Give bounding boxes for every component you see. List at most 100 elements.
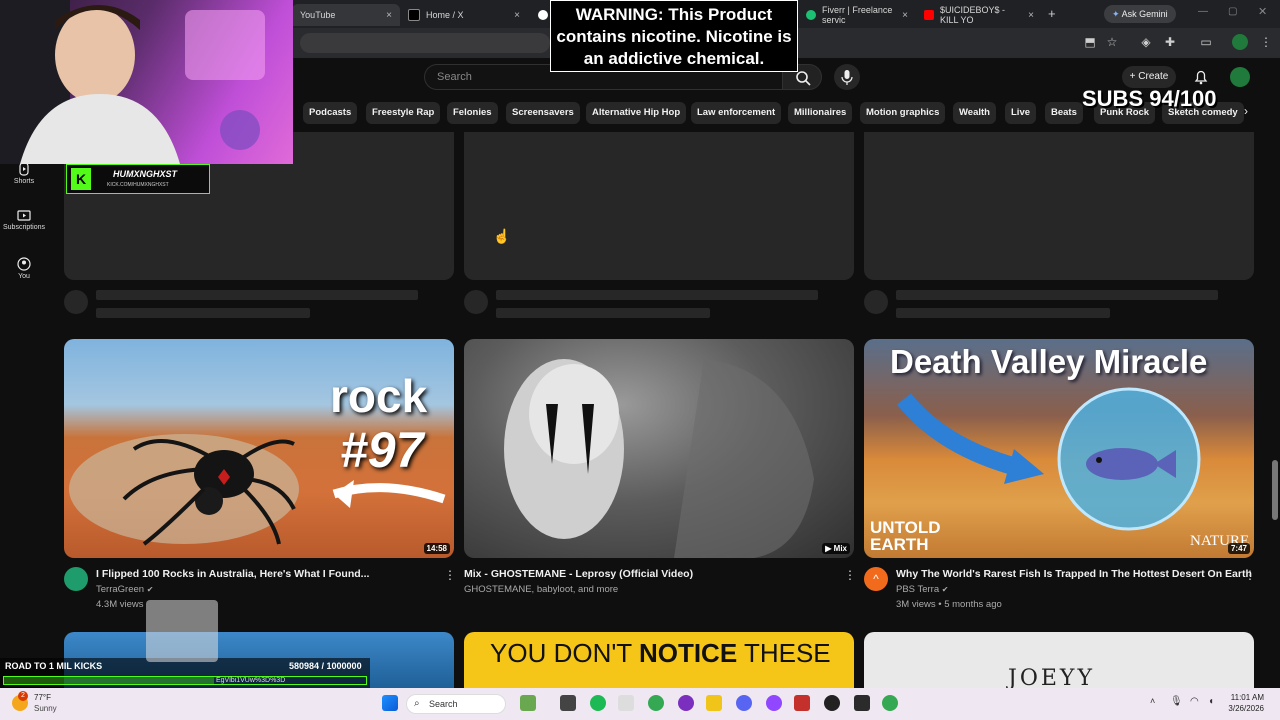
side-panel-icon[interactable]: ▭ (1198, 34, 1214, 50)
discord-icon[interactable] (736, 695, 752, 711)
loading-title-line (896, 290, 1218, 300)
video-thumbnail[interactable]: ▶ Mix (464, 339, 854, 558)
chevron-right-icon[interactable]: › (1244, 104, 1248, 118)
more-options-icon[interactable]: ⋮ (1244, 568, 1256, 582)
tab-fiverr[interactable]: Fiverr | Freelance servic × (798, 4, 916, 26)
windows-start-icon[interactable] (382, 695, 398, 711)
chrome-profile-icon[interactable] (882, 695, 898, 711)
fiverr-icon (806, 10, 816, 20)
channel-name[interactable]: TerraGreen ✔ (96, 584, 153, 595)
widget-icon[interactable] (520, 695, 536, 711)
install-app-icon[interactable]: ⬒ (1082, 34, 1098, 50)
close-window-icon[interactable]: ✕ (1258, 5, 1267, 18)
taskbar-search-label: Search (429, 699, 458, 709)
voice-search-button[interactable] (834, 64, 860, 90)
tab-youtube[interactable]: YouTube × (292, 4, 400, 26)
minimize-icon[interactable]: — (1198, 6, 1208, 17)
video-title[interactable]: Why The World's Rarest Fish Is Trapped I… (896, 568, 1252, 580)
notifications-button[interactable] (1192, 68, 1210, 86)
chip-podcasts[interactable]: Podcasts (303, 102, 358, 124)
taskbar-search[interactable]: ⌕ Search (406, 694, 506, 714)
scrollbar-thumb[interactable] (1272, 460, 1278, 520)
purple-app-icon[interactable] (678, 695, 694, 711)
terminal-icon[interactable] (854, 695, 870, 711)
thumbnail-headline: Death Valley Miracle (890, 343, 1208, 380)
thumbnail-headline: YOU DON'T NOTICE THESE (490, 638, 831, 669)
sidebar-item-subscriptions[interactable]: Subscriptions (0, 208, 48, 231)
task-view-icon[interactable] (560, 695, 576, 711)
profile-avatar-icon[interactable] (1232, 34, 1248, 50)
close-icon[interactable]: × (902, 10, 908, 21)
mix-badge: ▶ Mix (822, 543, 850, 554)
spotify-icon[interactable] (590, 695, 606, 711)
chip-live[interactable]: Live (1005, 102, 1037, 124)
bookmark-star-icon[interactable]: ☆ (1104, 34, 1120, 50)
sidebar-item-you[interactable]: You (0, 257, 48, 280)
extension-icon[interactable]: ◈ (1138, 34, 1154, 50)
video-thumbnail[interactable]: JOEYY (864, 632, 1254, 692)
loading-thumbnail (864, 132, 1254, 280)
account-avatar[interactable] (1230, 67, 1250, 87)
video-thumbnail[interactable]: Death Valley Miracle UNTOLD EARTH NATURE… (864, 339, 1254, 558)
mix-label: Mix (833, 544, 847, 553)
more-options-icon[interactable]: ⋮ (844, 568, 856, 582)
close-icon[interactable]: × (514, 10, 520, 21)
obs-icon[interactable] (824, 695, 840, 711)
channel-name-text: TerraGreen (96, 584, 145, 595)
wifi-icon[interactable]: ◠ (1190, 696, 1199, 707)
puzzle-extensions-icon[interactable]: ✚ (1162, 34, 1178, 50)
goal-count: 580984 / 1000000 (289, 661, 362, 671)
chrome-icon[interactable] (648, 695, 664, 711)
sidebar-item-shorts[interactable]: Shorts (0, 162, 48, 185)
clock-date[interactable]: 3/26/2026 (1222, 704, 1264, 713)
clock-time[interactable]: 11:01 AM (1226, 693, 1264, 702)
file-explorer-icon[interactable] (706, 695, 722, 711)
microphone-icon (841, 70, 853, 85)
duration-badge: 7:47 (1227, 543, 1250, 554)
video-title[interactable]: I Flipped 100 Rocks in Australia, Here's… (96, 568, 369, 580)
ask-gemini-button[interactable]: ✦ Ask Gemini (1104, 5, 1176, 23)
close-icon[interactable]: × (1028, 10, 1034, 21)
chip-beats[interactable]: Beats (1045, 102, 1083, 124)
close-icon[interactable]: × (386, 10, 392, 21)
loading-avatar (64, 290, 88, 314)
video-thumbnail[interactable]: rock #97 14:58 (64, 339, 454, 558)
channel-name[interactable]: PBS Terra ✔ (896, 584, 948, 595)
video-meta: 3M views • 5 months ago (896, 599, 1002, 610)
microphone-tray-icon[interactable]: 🎙 (1170, 696, 1183, 707)
chrome-menu-icon[interactable]: ⋮ (1258, 34, 1274, 50)
music-app-icon[interactable] (618, 695, 634, 711)
masked-figure-illustration (504, 359, 814, 558)
user-circle-icon (17, 257, 31, 271)
loading-title-line (96, 290, 418, 300)
chevron-up-icon[interactable]: ˄ (1150, 696, 1155, 706)
new-tab-button[interactable]: + (1048, 6, 1056, 21)
mix-channels[interactable]: GHOSTEMANE, babyloot, and more (464, 584, 618, 595)
loading-meta-line (896, 308, 1110, 318)
chip-freestyle-rap[interactable]: Freestyle Rap (366, 102, 441, 124)
channel-avatar[interactable] (64, 567, 88, 591)
chip-screensavers[interactable]: Screensavers (506, 102, 580, 124)
tab-x-home[interactable]: Home / X × (400, 4, 528, 26)
chip-millionaires[interactable]: Millionaires (788, 102, 853, 124)
create-button[interactable]: + Create (1122, 66, 1176, 88)
speaker-icon[interactable]: ◖ (1208, 696, 1214, 707)
twitch-icon[interactable] (766, 695, 782, 711)
chip-felonies[interactable]: Felonies (447, 102, 498, 124)
more-options-icon[interactable]: ⋮ (444, 568, 456, 582)
maximize-icon[interactable]: ▢ (1228, 6, 1237, 17)
video-title[interactable]: Mix - GHOSTEMANE - Leprosy (Official Vid… (464, 568, 693, 580)
red-app-icon[interactable] (794, 695, 810, 711)
chip-wealth[interactable]: Wealth (953, 102, 996, 124)
tab-google[interactable] (530, 4, 550, 26)
chip-alternative-hip-hop[interactable]: Alternative Hip Hop (586, 102, 687, 124)
video-thumbnail[interactable]: YOU DON'T NOTICE THESE (464, 632, 854, 692)
weather-temp[interactable]: 77°F (34, 693, 51, 702)
chip-motion-graphics[interactable]: Motion graphics (860, 102, 946, 124)
tab-youtube-music[interactable]: $UICIDEBOY$ - KILL YO × (916, 4, 1042, 26)
warning-overlay: WARNING: This Product contains nicotine.… (550, 0, 798, 72)
channel-avatar[interactable]: ^ (864, 567, 888, 591)
chip-law-enforcement[interactable]: Law enforcement (691, 102, 782, 124)
scrollbar-track[interactable] (1270, 58, 1280, 688)
address-bar[interactable] (300, 33, 550, 53)
